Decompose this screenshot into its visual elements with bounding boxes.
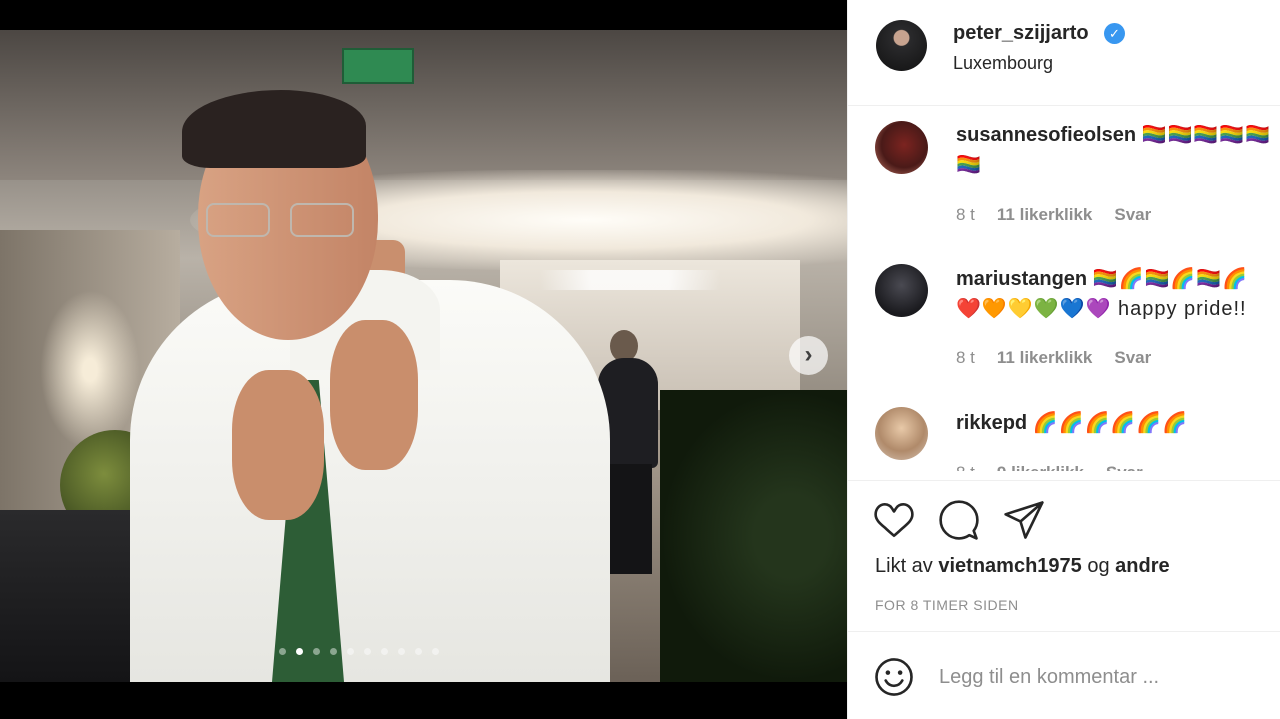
comment-text: susannesofieolsen 🏳️‍🌈🏳️‍🌈🏳️‍🌈🏳️‍🌈🏳️‍🌈: [956, 120, 1271, 150]
post-side-panel: peter_szijjarto ✓ Luxembourg susannesofi…: [847, 0, 1280, 719]
carousel-dot: [398, 648, 405, 655]
carousel-dot: [432, 648, 439, 655]
carousel-dot: [364, 648, 371, 655]
photo-plant-right: [660, 390, 847, 682]
comment-input[interactable]: [939, 662, 1259, 692]
post-actions: Likt av vietnamch1975 og andre FOR 8 TIM…: [848, 480, 1280, 630]
glasses-lens-right: [290, 203, 354, 237]
comment-meta: 8 t 11 likerklikk Svar: [956, 348, 1151, 368]
glasses-lens-left: [206, 203, 270, 237]
liked-by-prefix: Likt av: [875, 555, 933, 577]
comment-icon[interactable]: [938, 499, 980, 541]
comment-body: 🏳️‍🌈🌈🏳️‍🌈🌈🏳️‍🌈🌈: [1092, 268, 1249, 290]
comment-meta: 8 t 11 likerklikk Svar: [956, 205, 1151, 225]
post-location[interactable]: Luxembourg: [953, 53, 1053, 74]
share-icon[interactable]: [1003, 499, 1045, 541]
comment-text-line2: ❤️🧡💛💚💙💜 happy pride!!: [956, 294, 1247, 324]
comment-body: 🏳️‍🌈🏳️‍🌈🏳️‍🌈🏳️‍🌈🏳️‍🌈: [1141, 124, 1272, 146]
carousel-dot: [279, 648, 286, 655]
carousel-dot: [347, 648, 354, 655]
carousel-dot: [415, 648, 422, 655]
subject-hand-right: [330, 320, 418, 470]
comment-time[interactable]: 8 t: [956, 463, 975, 471]
comment-likes[interactable]: 11 likerklikk: [997, 348, 1092, 368]
comment-text: mariustangen 🏳️‍🌈🌈🏳️‍🌈🌈🏳️‍🌈🌈: [956, 264, 1248, 294]
carousel-dot: [313, 648, 320, 655]
photo-subject: [120, 70, 620, 682]
comment-body-line2: ❤️🧡💛💚💙💜 happy pride!!: [956, 298, 1247, 320]
comment-reply-button[interactable]: Svar: [1114, 205, 1151, 225]
owner-username[interactable]: peter_szijjarto: [953, 22, 1089, 45]
post-photo: [0, 30, 847, 682]
comment-reply-button[interactable]: Svar: [1106, 463, 1143, 471]
owner-avatar[interactable]: [876, 20, 927, 71]
liked-by-others[interactable]: andre: [1115, 555, 1169, 577]
carousel-dot: [296, 648, 303, 655]
emoji-icon[interactable]: [873, 656, 915, 698]
comment-username[interactable]: susannesofieolsen: [956, 124, 1136, 146]
comment-reply-button[interactable]: Svar: [1114, 348, 1151, 368]
carousel-dots: [279, 648, 439, 658]
post-timestamp[interactable]: FOR 8 TIMER SIDEN: [875, 597, 1019, 613]
carousel-dot: [381, 648, 388, 655]
carousel-next-button[interactable]: ›: [789, 336, 828, 375]
next-arrow-icon: ›: [804, 341, 813, 368]
carousel-dot: [330, 648, 337, 655]
subject-hand-left: [232, 370, 324, 520]
comments-list[interactable]: susannesofieolsen 🏳️‍🌈🏳️‍🌈🏳️‍🌈🏳️‍🌈🏳️‍🌈 🏳…: [848, 107, 1280, 471]
add-comment-bar: [848, 631, 1280, 719]
post-header: peter_szijjarto ✓ Luxembourg: [848, 0, 1280, 106]
subject-hair: [182, 90, 366, 168]
liked-by-joiner: og: [1087, 555, 1110, 577]
verified-icon: ✓: [1104, 23, 1125, 44]
commenter-avatar[interactable]: [875, 121, 928, 174]
comment-time[interactable]: 8 t: [956, 205, 975, 225]
heart-icon[interactable]: [873, 499, 915, 541]
comment-likes[interactable]: 9 likerklikk: [997, 463, 1084, 471]
liked-by-user[interactable]: vietnamch1975: [938, 555, 1081, 577]
commenter-avatar[interactable]: [875, 407, 928, 460]
comment-time[interactable]: 8 t: [956, 348, 975, 368]
commenter-avatar[interactable]: [875, 264, 928, 317]
comment-likes[interactable]: 11 likerklikk: [997, 205, 1092, 225]
comment-body: 🌈🌈🌈🌈🌈🌈: [1032, 412, 1189, 434]
liked-by: Likt av vietnamch1975 og andre: [875, 555, 1170, 578]
comment-text-line2: 🏳️‍🌈: [956, 150, 982, 180]
post-media: ›: [0, 0, 847, 719]
comment-text: rikkepd 🌈🌈🌈🌈🌈🌈: [956, 408, 1188, 438]
comment-username[interactable]: mariustangen: [956, 268, 1087, 290]
comment-meta: 8 t 9 likerklikk Svar: [956, 463, 1143, 471]
comment-username[interactable]: rikkepd: [956, 412, 1027, 434]
subject-glasses: [200, 203, 360, 239]
comment-body-line2: 🏳️‍🌈: [956, 154, 982, 176]
